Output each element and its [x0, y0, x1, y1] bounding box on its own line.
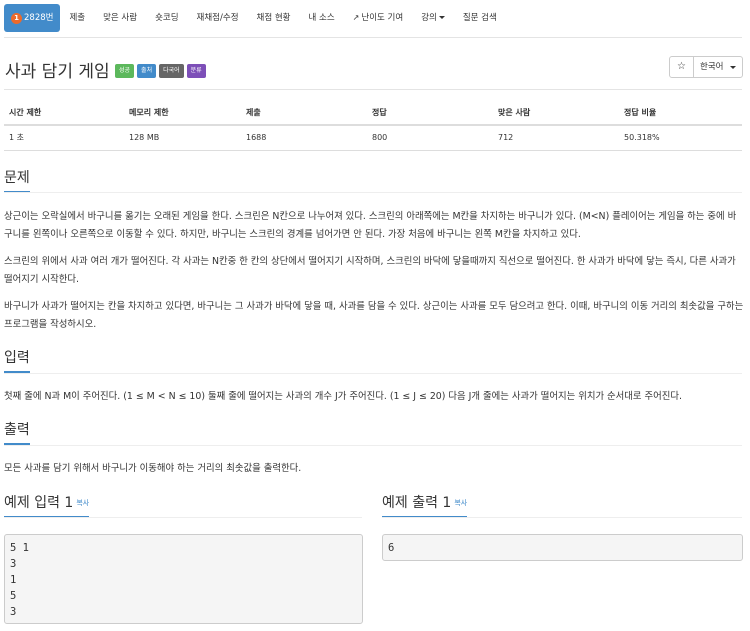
- sample-output-title: 예제 출력 1: [382, 495, 452, 511]
- tab-solved-users[interactable]: 맞은 사람: [94, 4, 146, 32]
- language-select-value: 한국어: [700, 62, 724, 72]
- tab-lecture[interactable]: 강의: [412, 4, 454, 32]
- tab-problem[interactable]: 1 2828번: [4, 4, 61, 32]
- star-button[interactable]: ☆: [669, 56, 694, 78]
- problem-heading: 문제: [4, 170, 30, 193]
- sample-input-line: 5 1: [10, 542, 29, 554]
- section-rule: [4, 192, 742, 193]
- label-source[interactable]: 출처: [137, 64, 157, 78]
- problem-nav: 1 2828번 제출 맞은 사람 숏코딩 재채점/수정 채점 현황 내 소스 ↗…: [4, 4, 506, 32]
- copy-sample-output-button[interactable]: 복사: [454, 499, 467, 507]
- tab-my-source[interactable]: 내 소스: [300, 4, 344, 32]
- tab-submit[interactable]: 제출: [60, 4, 94, 32]
- tab-short-coding[interactable]: 숏코딩: [146, 4, 187, 32]
- tab-difficulty-label: 난이도 기여: [361, 13, 404, 23]
- section-rule: [4, 517, 362, 518]
- problem-info-table: 시간 제한 메모리 제한 제출 정답 맞은 사람 정답 비율 1 초 128 M…: [4, 101, 742, 151]
- output-heading: 출력: [4, 422, 30, 445]
- sample-input-line: 1: [10, 574, 17, 586]
- table-header: 제출: [241, 101, 367, 126]
- output-description: 모든 사과를 담기 위해서 바구니가 이동해야 하는 거리의 최솟값을 출력한다…: [4, 463, 302, 474]
- problem-paragraph: 스크린의 위에서 사과 여러 개가 떨어진다. 각 사과는 N칸중 한 칸의 상…: [4, 256, 736, 285]
- sample-output-line: 6: [388, 542, 395, 554]
- table-cell: 128 MB: [124, 125, 241, 151]
- sample-input-title: 예제 입력 1: [4, 495, 74, 511]
- chevron-down-icon: [730, 66, 736, 69]
- title-divider: [4, 89, 742, 90]
- input-description: 첫째 줄에 N과 M이 주어진다. (1 ≤ M < N ≤ 10) 둘째 줄에…: [4, 391, 683, 402]
- sample-input-box[interactable]: 5 1 3 1 5 3: [4, 534, 363, 624]
- table-header: 정답: [367, 101, 493, 126]
- table-header: 정답 비율: [619, 101, 742, 126]
- table-header-row: 시간 제한 메모리 제한 제출 정답 맞은 사람 정답 비율: [4, 101, 742, 126]
- section-rule: [4, 445, 742, 446]
- section-rule: [4, 373, 742, 374]
- tab-rejudge[interactable]: 재채점/수정: [188, 4, 248, 32]
- sample-output-heading: 예제 출력 1 복사: [382, 495, 468, 518]
- tab-lecture-label: 강의: [421, 13, 437, 23]
- label-category[interactable]: 분류: [186, 64, 206, 78]
- table-header: 맞은 사람: [493, 101, 619, 126]
- table-cell: 1 초: [4, 125, 124, 151]
- problem-paragraph: 바구니가 사과가 떨어지는 칸을 차지하고 있다면, 바구니는 그 사과가 바닥…: [4, 301, 744, 330]
- label-multilang[interactable]: 다국어: [159, 64, 184, 78]
- problem-paragraph: 상근이는 오락실에서 바구니를 옮기는 오래된 게임을 한다. 스크린은 N칸으…: [4, 211, 737, 240]
- table-cell[interactable]: 1688: [241, 125, 367, 151]
- tab-problem-label: 2828번: [24, 13, 54, 23]
- copy-sample-input-button[interactable]: 복사: [76, 499, 89, 507]
- problem-labels: 성공 출처 다국어 분류: [115, 64, 206, 78]
- table-cell: 50.318%: [619, 125, 742, 151]
- table-row: 1 초 128 MB 1688 800 712 50.318%: [4, 125, 742, 151]
- table-header: 시간 제한: [4, 101, 124, 126]
- page-title: 사과 담기 게임: [5, 62, 110, 82]
- tier-icon: 1: [11, 12, 22, 24]
- input-heading: 입력: [4, 350, 30, 373]
- tab-question-search[interactable]: 질문 검색: [454, 4, 506, 32]
- table-header: 메모리 제한: [124, 101, 241, 126]
- sample-input-line: 3: [10, 606, 17, 618]
- language-select[interactable]: 한국어: [693, 56, 743, 78]
- tab-status[interactable]: 채점 현황: [248, 4, 300, 32]
- label-success[interactable]: 성공: [115, 64, 135, 78]
- external-link-icon: ↗: [352, 13, 360, 22]
- sample-input-line: 5: [10, 590, 17, 602]
- sample-output-box[interactable]: 6: [382, 534, 743, 561]
- tab-difficulty[interactable]: ↗ 난이도 기여: [344, 4, 413, 32]
- chevron-down-icon: [438, 16, 445, 19]
- nav-divider: [4, 37, 742, 38]
- sample-input-heading: 예제 입력 1 복사: [4, 495, 90, 518]
- section-rule: [382, 517, 742, 518]
- table-cell: 800: [367, 125, 493, 151]
- star-icon: ☆: [677, 61, 686, 72]
- sample-input-line: 3: [10, 558, 17, 570]
- table-cell[interactable]: 712: [493, 125, 619, 151]
